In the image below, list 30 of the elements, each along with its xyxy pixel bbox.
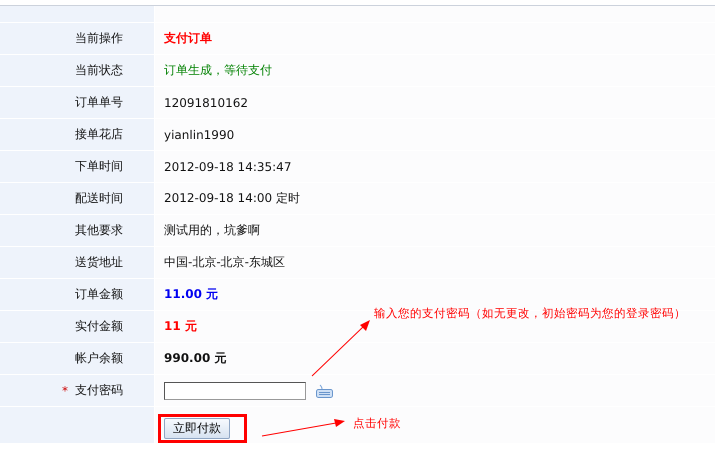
field-label: 接单花店 <box>75 126 123 143</box>
annotation-text: 输入您的支付密码（如无更改，初始密码为您的登录密码） <box>374 306 686 321</box>
field-label: 送货地址 <box>75 254 123 271</box>
field-value: 12091810162 <box>164 96 248 110</box>
field-value: 支付订单 <box>164 30 212 47</box>
password-field[interactable] <box>164 382 306 400</box>
field-label: 下单时间 <box>75 158 123 175</box>
field-value: 2012-09-18 14:00 定时 <box>164 190 300 207</box>
field-value: 11 元 <box>164 318 197 335</box>
field-value: 2012-09-18 14:35:47 <box>164 160 292 174</box>
field-value: 中国-北京-北京-东城区 <box>164 254 285 271</box>
pay-button[interactable]: 立即付款 <box>164 418 230 438</box>
field-label: 当前状态 <box>75 62 123 79</box>
field-value: 990.00 元 <box>164 350 226 367</box>
field-label: 当前操作 <box>75 30 123 47</box>
field-label: 订单金额 <box>75 286 123 303</box>
arrow <box>312 320 370 376</box>
field-value: yianlin1990 <box>164 128 234 142</box>
field-label: 其他要求 <box>75 222 123 239</box>
field-label: 实付金额 <box>75 318 123 335</box>
field-value: 测试用的，坑爹啊 <box>164 222 260 239</box>
field-value: 11.00 元 <box>164 286 218 303</box>
annotation-text: 点击付款 <box>353 416 401 431</box>
field-label: 支付密码 <box>75 382 123 399</box>
keyboard-icon[interactable] <box>316 384 333 398</box>
required-mark: * <box>62 384 68 398</box>
field-label: 订单单号 <box>75 94 123 111</box>
field-label: 帐户余额 <box>75 350 123 367</box>
field-label: 配送时间 <box>75 190 123 207</box>
field-value: 订单生成，等待支付 <box>164 62 272 79</box>
